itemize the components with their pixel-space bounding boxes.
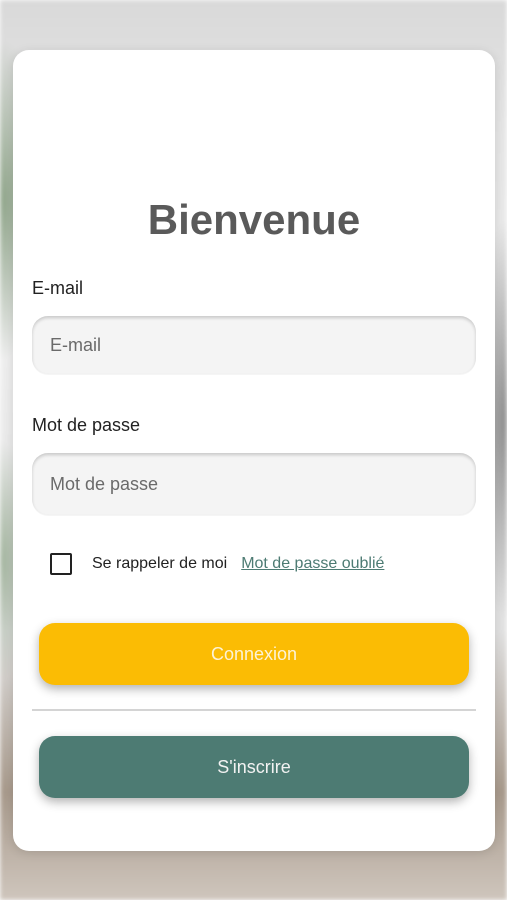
forgot-password-link[interactable]: Mot de passe oublié bbox=[241, 555, 384, 573]
signup-button[interactable]: S'inscrire bbox=[39, 736, 469, 798]
password-label: Mot de passe bbox=[32, 415, 141, 435]
remember-checkbox[interactable] bbox=[50, 553, 72, 575]
divider bbox=[32, 709, 476, 711]
page-title: Bienvenue bbox=[147, 196, 361, 243]
remember-label: Se rappeler de moi bbox=[92, 555, 228, 572]
login-button[interactable]: Connexion bbox=[39, 623, 469, 685]
login-card: Bienvenue E-mail Mot de passe Se rappele… bbox=[13, 50, 495, 851]
email-label: E-mail bbox=[32, 278, 84, 298]
email-field[interactable] bbox=[32, 316, 476, 374]
password-field[interactable] bbox=[32, 453, 476, 515]
remember-row: Se rappeler de moi Mot de passe oublié bbox=[50, 553, 384, 575]
